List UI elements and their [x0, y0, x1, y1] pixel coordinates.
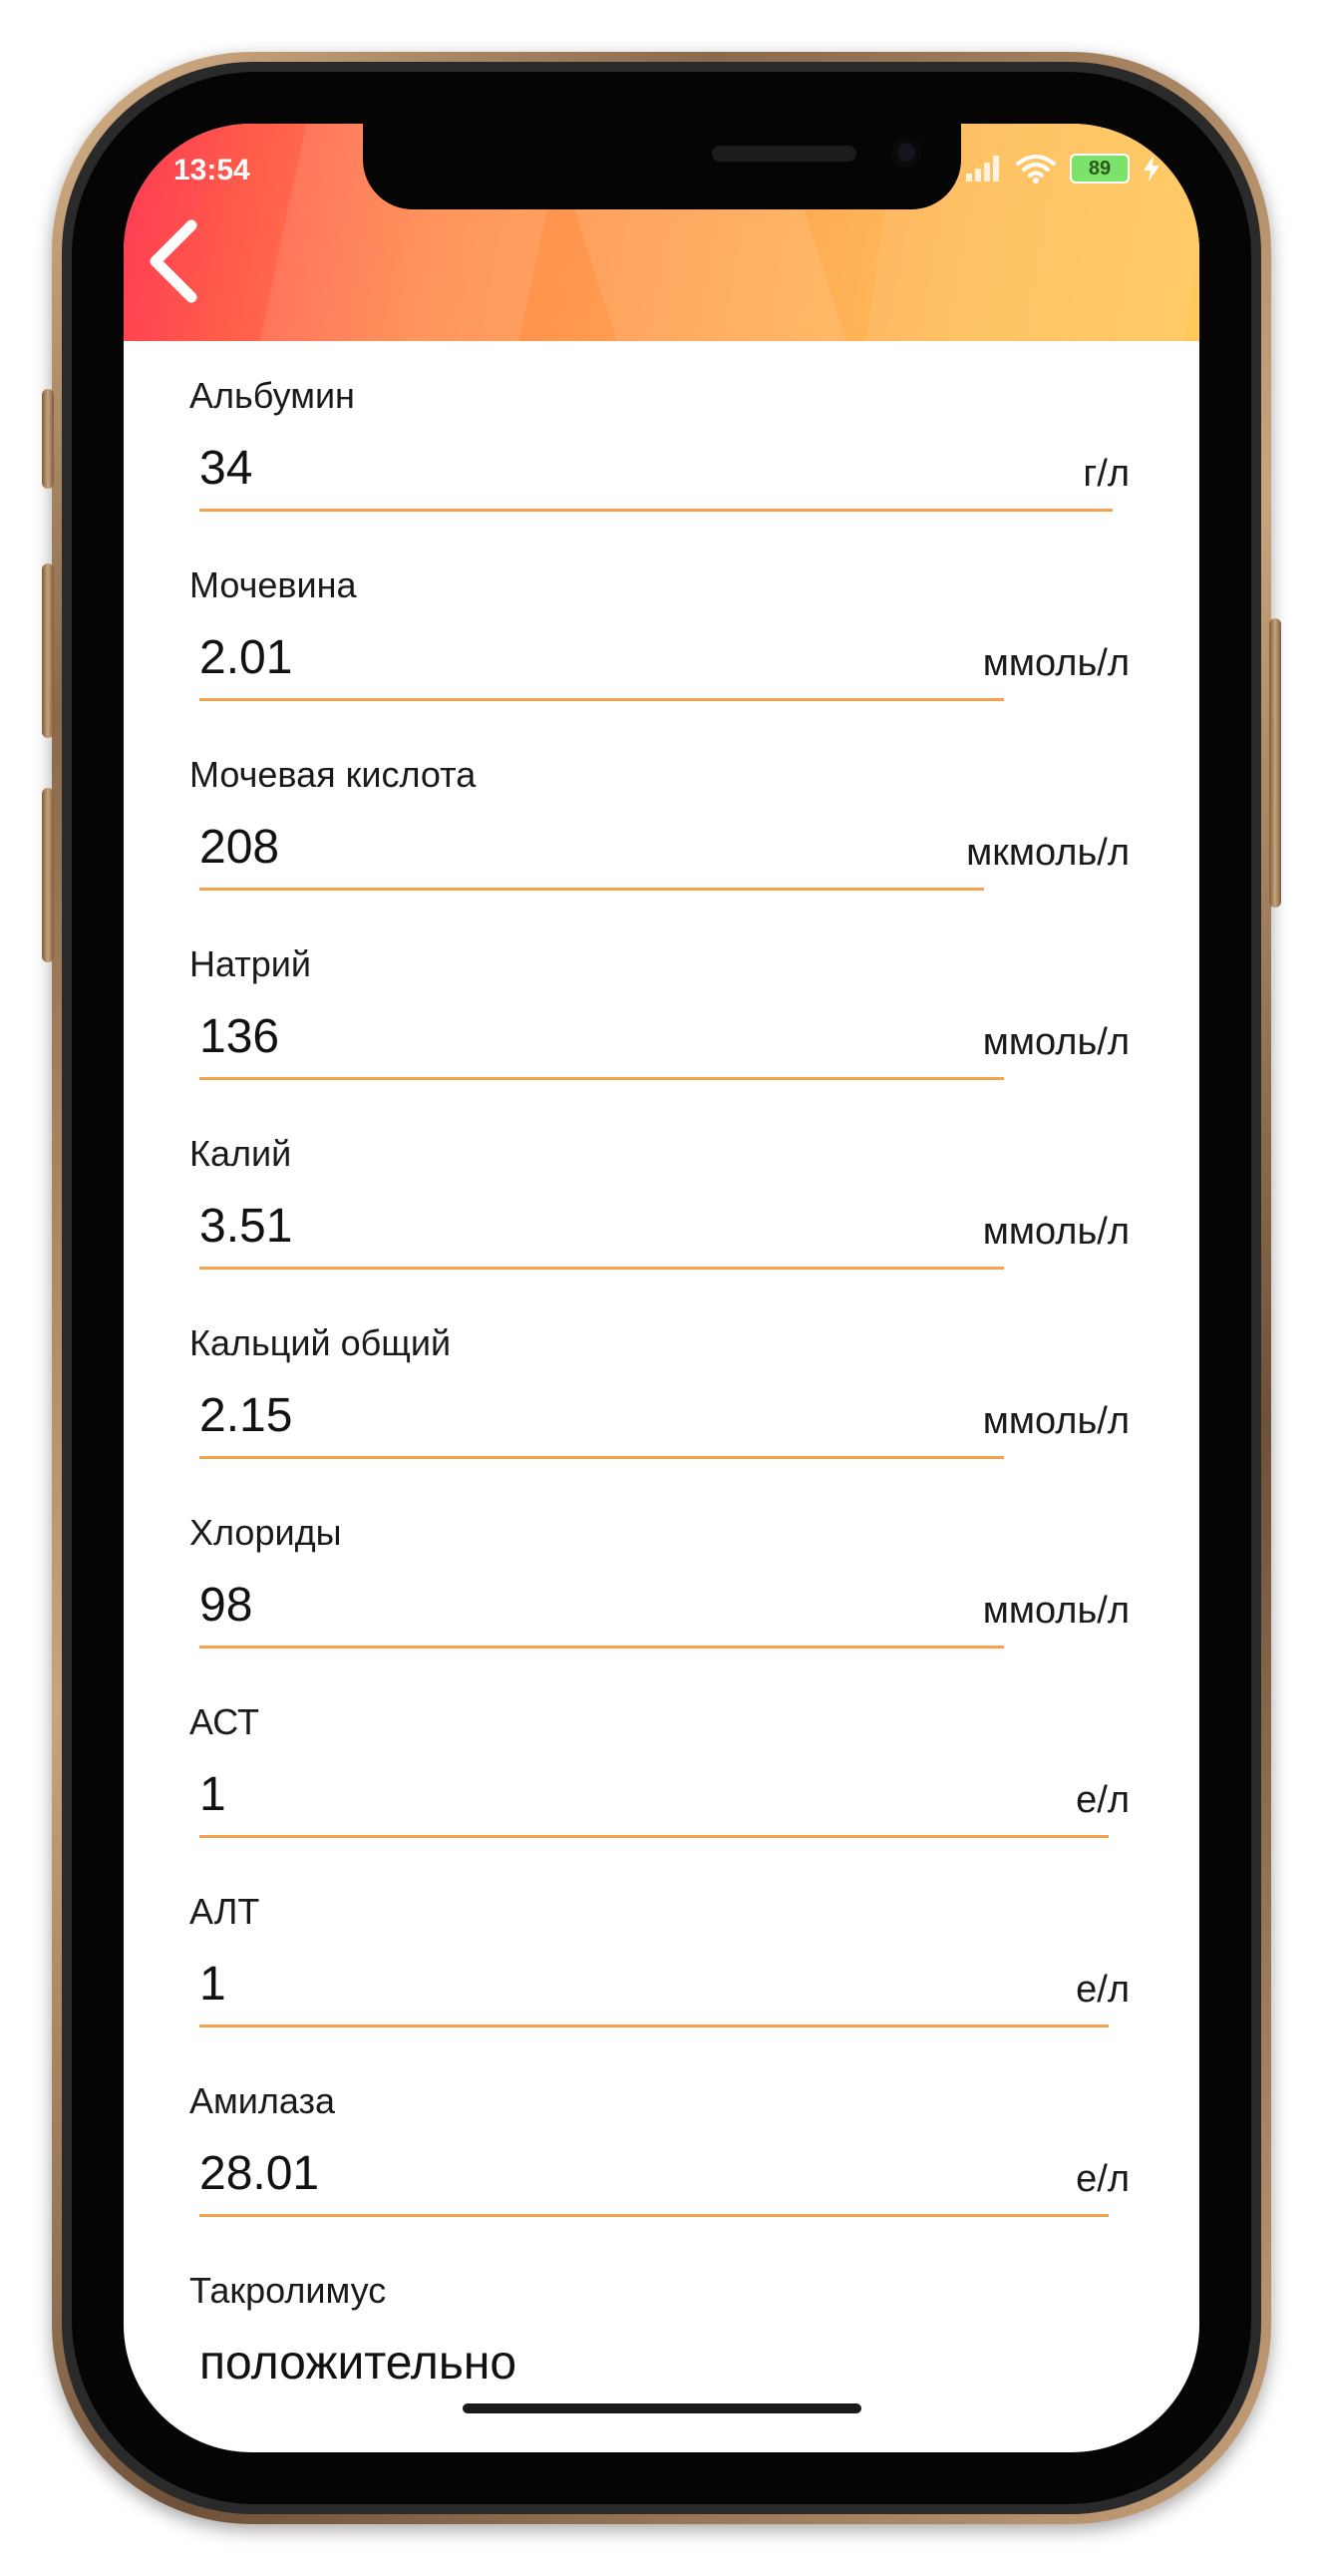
field-potassium: Калий 3.51 ммоль/л: [124, 1099, 1199, 1288]
alt-input[interactable]: 1: [199, 1957, 226, 2012]
input-underline: [199, 2214, 1109, 2217]
input-underline: [199, 509, 1113, 512]
silent-switch: [42, 788, 54, 962]
field-alt: АЛТ 1 е/л: [124, 1857, 1199, 2046]
volume-up-button: [42, 389, 54, 489]
field-unit: е/л: [1076, 2158, 1130, 2200]
field-unit: ммоль/л: [982, 1021, 1130, 1063]
field-label: Альбумин: [189, 375, 355, 416]
field-label: АСТ: [189, 1701, 260, 1742]
input-underline: [199, 1456, 1004, 1459]
field-unit: ммоль/л: [982, 1590, 1130, 1632]
field-label: Кальций общий: [189, 1322, 452, 1363]
phone-screen: 13:54 89 Альбумин 34 г/л Мочевина 2.01 м…: [124, 124, 1199, 2452]
lab-results-form: Альбумин 34 г/л Мочевина 2.01 ммоль/л Мо…: [124, 341, 1199, 2425]
urea-input[interactable]: 2.01: [199, 630, 292, 685]
earpiece-speaker: [712, 146, 856, 162]
power-button: [1269, 618, 1281, 908]
field-sodium: Натрий 136 ммоль/л: [124, 910, 1199, 1099]
albumin-input[interactable]: 34: [199, 441, 252, 496]
field-urea: Мочевина 2.01 ммоль/л: [124, 531, 1199, 720]
chlorides-input[interactable]: 98: [199, 1578, 252, 1633]
field-ast: АСТ 1 е/л: [124, 1667, 1199, 1857]
wifi-icon: [1016, 155, 1056, 184]
input-underline: [199, 1835, 1109, 1838]
field-label: Мочевая кислота: [189, 754, 477, 795]
field-label: Хлориды: [189, 1512, 342, 1553]
status-icons: 89: [966, 154, 1159, 184]
notch: [363, 124, 961, 209]
field-label: Натрий: [189, 943, 311, 984]
home-indicator[interactable]: [463, 2403, 861, 2413]
uric-acid-input[interactable]: 208: [199, 820, 279, 875]
amylase-input[interactable]: 28.01: [199, 2146, 319, 2201]
sodium-input[interactable]: 136: [199, 1009, 279, 1064]
potassium-input[interactable]: 3.51: [199, 1199, 292, 1254]
back-chevron-icon[interactable]: [134, 211, 213, 311]
field-uric-acid: Мочевая кислота 208 мкмоль/л: [124, 720, 1199, 910]
input-underline: [199, 1077, 1004, 1080]
field-label: Амилаза: [189, 2080, 336, 2121]
field-amylase: Амилаза 28.01 е/л: [124, 2046, 1199, 2236]
tacrolimus-select[interactable]: положительно: [199, 2336, 516, 2391]
status-time: 13:54: [173, 154, 250, 186]
field-unit: е/л: [1076, 1969, 1130, 2011]
field-albumin: Альбумин 34 г/л: [124, 341, 1199, 531]
field-unit: мкмоль/л: [966, 832, 1130, 874]
field-calcium-total: Кальций общий 2.15 ммоль/л: [124, 1288, 1199, 1478]
field-tacrolimus: Такролимус положительно: [124, 2236, 1199, 2425]
input-underline: [199, 888, 984, 891]
field-unit: ммоль/л: [982, 642, 1130, 684]
field-label: Такролимус: [189, 2270, 387, 2311]
input-underline: [199, 1267, 1004, 1270]
field-unit: ммоль/л: [982, 1400, 1130, 1442]
field-label: АЛТ: [189, 1891, 260, 1932]
ast-input[interactable]: 1: [199, 1767, 226, 1822]
signal-icon: [966, 156, 999, 182]
volume-down-button: [42, 563, 54, 738]
input-underline: [199, 2024, 1109, 2027]
field-label: Мочевина: [189, 564, 357, 605]
input-underline: [199, 698, 1004, 701]
calcium-input[interactable]: 2.15: [199, 1388, 292, 1443]
field-label: Калий: [189, 1133, 292, 1174]
field-unit: е/л: [1076, 1779, 1130, 1821]
field-unit: г/л: [1083, 453, 1130, 495]
input-underline: [199, 1646, 1004, 1649]
header-banner: 13:54 89: [124, 124, 1199, 341]
field-chlorides: Хлориды 98 ммоль/л: [124, 1478, 1199, 1667]
front-camera: [891, 138, 921, 168]
battery-icon: 89: [1070, 154, 1130, 184]
charging-icon: [1144, 156, 1159, 182]
battery-level: 89: [1088, 157, 1112, 180]
field-unit: ммоль/л: [982, 1211, 1130, 1253]
